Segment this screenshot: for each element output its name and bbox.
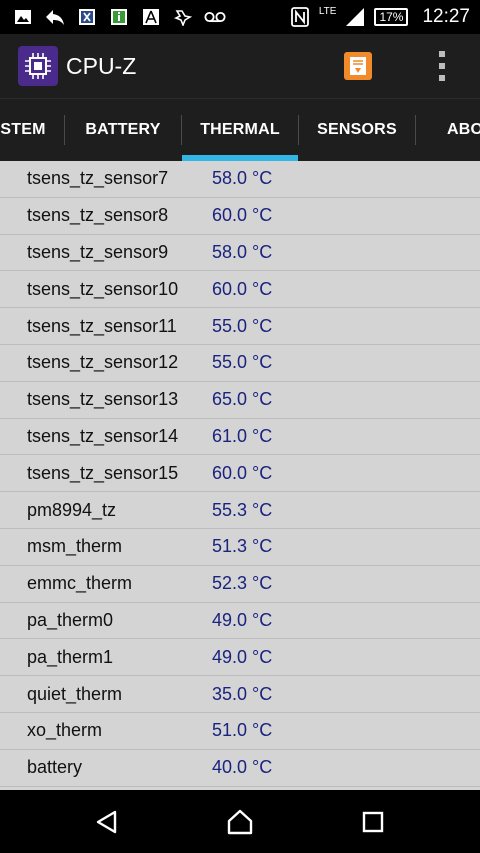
app-bar-actions <box>344 49 480 83</box>
system-icons: LTE 17% 12:27 <box>289 6 480 28</box>
sensor-value: 49.0 °C <box>212 646 273 667</box>
home-icon[interactable] <box>220 804 260 840</box>
nfc-icon <box>289 6 311 28</box>
list-item: tsens_tz_sensor8 60.0 °C <box>0 198 480 235</box>
sensor-value: 52.3 °C <box>212 573 273 594</box>
list-item: battery 40.0 °C <box>0 750 480 787</box>
list-item: msm_therm 51.3 °C <box>0 529 480 566</box>
sensor-value: 55.3 °C <box>212 499 273 520</box>
info-app-icon <box>108 6 130 28</box>
list-item: tsens_tz_sensor12 55.0 °C <box>0 345 480 382</box>
sensor-value: 51.0 °C <box>212 720 273 741</box>
list-item: tsens_tz_sensor10 60.0 °C <box>0 271 480 309</box>
tab-about[interactable]: ABO <box>447 99 480 161</box>
signal-icon <box>344 6 366 28</box>
sensor-name: tsens_tz_sensor12 <box>27 352 179 373</box>
tab-system[interactable]: STEM <box>0 99 58 161</box>
sensor-value: 58.0 °C <box>212 241 273 262</box>
sensor-name: pm8994_tz <box>27 499 117 520</box>
sensor-name: tsens_tz_sensor13 <box>27 389 179 410</box>
sensor-value: 60.0 °C <box>212 205 273 226</box>
reply-icon <box>44 6 66 28</box>
sensor-value: 40.0 °C <box>212 757 273 778</box>
gallery-icon <box>12 6 34 28</box>
list-item: tsens_tz_sensor15 60.0 °C <box>0 455 480 493</box>
list-item: pa_therm1 49.0 °C <box>0 639 480 677</box>
list-item: quiet_therm 35.0 °C <box>0 676 480 713</box>
sensor-value: 51.3 °C <box>212 536 273 557</box>
navigation-bar <box>0 790 480 853</box>
list-item: xo_therm 51.0 °C <box>0 713 480 750</box>
sensor-value: 65.0 °C <box>212 389 273 410</box>
list-item: tsens_tz_sensor7 58.0 °C <box>0 161 480 198</box>
sensor-value: 60.0 °C <box>212 462 273 483</box>
list-item: pa_therm0 49.0 °C <box>0 603 480 640</box>
back-icon[interactable] <box>87 804 127 840</box>
sensor-name: tsens_tz_sensor7 <box>27 168 169 189</box>
sensor-name: emmc_therm <box>27 573 133 594</box>
cpu-logo-icon <box>18 46 58 86</box>
list-item: tsens_tz_sensor11 55.0 °C <box>0 308 480 345</box>
notification-icons <box>0 6 226 28</box>
excel-icon <box>76 6 98 28</box>
game-icon <box>172 6 194 28</box>
sensor-value: 55.0 °C <box>212 352 273 373</box>
acrobat-icon <box>140 6 162 28</box>
sensor-value: 60.0 °C <box>212 278 273 299</box>
sensor-value: 58.0 °C <box>212 168 273 189</box>
list-item: emmc_therm 52.3 °C <box>0 566 480 603</box>
sensor-name: pa_therm1 <box>27 646 114 667</box>
sensor-name: tsens_tz_sensor9 <box>27 241 169 262</box>
validate-button[interactable] <box>344 52 372 80</box>
clock: 12:27 <box>422 6 470 27</box>
sensor-value: 55.0 °C <box>212 315 273 336</box>
sensor-name: tsens_tz_sensor8 <box>27 205 169 226</box>
sensor-name: quiet_therm <box>27 683 123 704</box>
status-bar: LTE 17% 12:27 <box>0 0 480 34</box>
battery-indicator: 17% <box>374 8 409 26</box>
network-type: LTE <box>318 5 337 17</box>
tab-divider <box>415 115 416 145</box>
tab-battery[interactable]: BATTERY <box>66 99 180 161</box>
sensor-value: 35.0 °C <box>212 683 273 704</box>
sensor-name: msm_therm <box>27 536 123 557</box>
list-item: tsens_tz_sensor13 65.0 °C <box>0 382 480 419</box>
sensor-name: tsens_tz_sensor15 <box>27 462 179 483</box>
sensor-value: 49.0 °C <box>212 609 273 630</box>
tab-sensors[interactable]: SENSORS <box>299 99 415 161</box>
list-item: pm8994_tz 55.3 °C <box>0 492 480 529</box>
sensor-name: xo_therm <box>27 720 103 741</box>
app-bar: CPU-Z <box>0 34 480 98</box>
tab-bar: STEM BATTERY THERMAL SENSORS ABO <box>0 98 480 161</box>
sensor-name: tsens_tz_sensor10 <box>27 278 179 299</box>
sensor-value: 61.0 °C <box>212 425 273 446</box>
app-title: CPU-Z <box>66 52 137 79</box>
voicemail-icon <box>204 6 226 28</box>
sensor-name: tsens_tz_sensor11 <box>27 315 177 336</box>
thermal-list[interactable]: tsens_tz_sensor7 58.0 °C tsens_tz_sensor8… <box>0 161 480 790</box>
list-item: tsens_tz_sensor9 58.0 °C <box>0 235 480 272</box>
sensor-name: battery <box>27 757 83 778</box>
sensor-name: tsens_tz_sensor14 <box>27 425 179 446</box>
recents-icon[interactable] <box>353 804 393 840</box>
sensor-name: pa_therm0 <box>27 609 114 630</box>
overflow-menu-icon[interactable] <box>432 49 452 83</box>
list-item: tsens_tz_sensor14 61.0 °C <box>0 419 480 456</box>
tab-thermal[interactable]: THERMAL <box>182 99 298 161</box>
tab-divider <box>64 115 65 145</box>
